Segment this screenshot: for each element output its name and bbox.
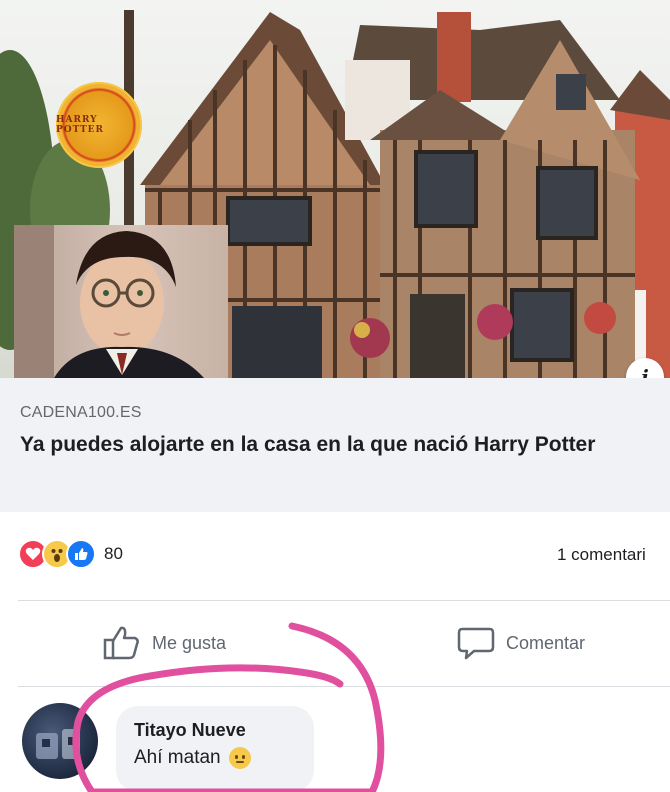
reaction-count: 80 bbox=[104, 544, 123, 563]
link-preview-image[interactable]: HARRY POTTER i bbox=[0, 0, 670, 378]
comment-bubble-icon bbox=[457, 627, 495, 660]
link-domain: CADENA100.ES bbox=[20, 404, 142, 421]
link-caption[interactable]: CADENA100.ES Ya puedes alojarte en la ca… bbox=[0, 378, 670, 512]
comment-text: Ahí matan bbox=[134, 747, 221, 768]
like-button-label: Me gusta bbox=[152, 632, 227, 653]
avatar-image bbox=[36, 729, 80, 759]
harry-potter-portrait bbox=[14, 225, 228, 378]
comment-text-row: Ahí matan bbox=[134, 747, 296, 769]
divider bbox=[18, 686, 670, 687]
neutral-face-emoji-icon bbox=[228, 747, 251, 769]
like-button[interactable]: Me gusta bbox=[102, 620, 226, 666]
comment-button[interactable]: Comentar bbox=[456, 620, 585, 666]
comment-bubble[interactable]: Titayo Nueve Ahí matan bbox=[116, 706, 314, 792]
reaction-summary[interactable]: 80 bbox=[18, 539, 123, 569]
divider bbox=[18, 600, 670, 601]
portrait-illustration bbox=[14, 225, 204, 378]
like-reaction-icon bbox=[66, 539, 96, 569]
comment-author[interactable]: Titayo Nueve bbox=[134, 720, 296, 741]
comments-count[interactable]: 1 comentari bbox=[557, 545, 646, 565]
thumbs-up-icon bbox=[103, 626, 139, 660]
commenter-avatar[interactable] bbox=[22, 703, 98, 779]
comment-button-label: Comentar bbox=[506, 632, 586, 653]
harry-potter-seal-logo: HARRY POTTER bbox=[56, 82, 142, 168]
link-headline[interactable]: Ya puedes alojarte en la casa en la que … bbox=[20, 430, 660, 460]
